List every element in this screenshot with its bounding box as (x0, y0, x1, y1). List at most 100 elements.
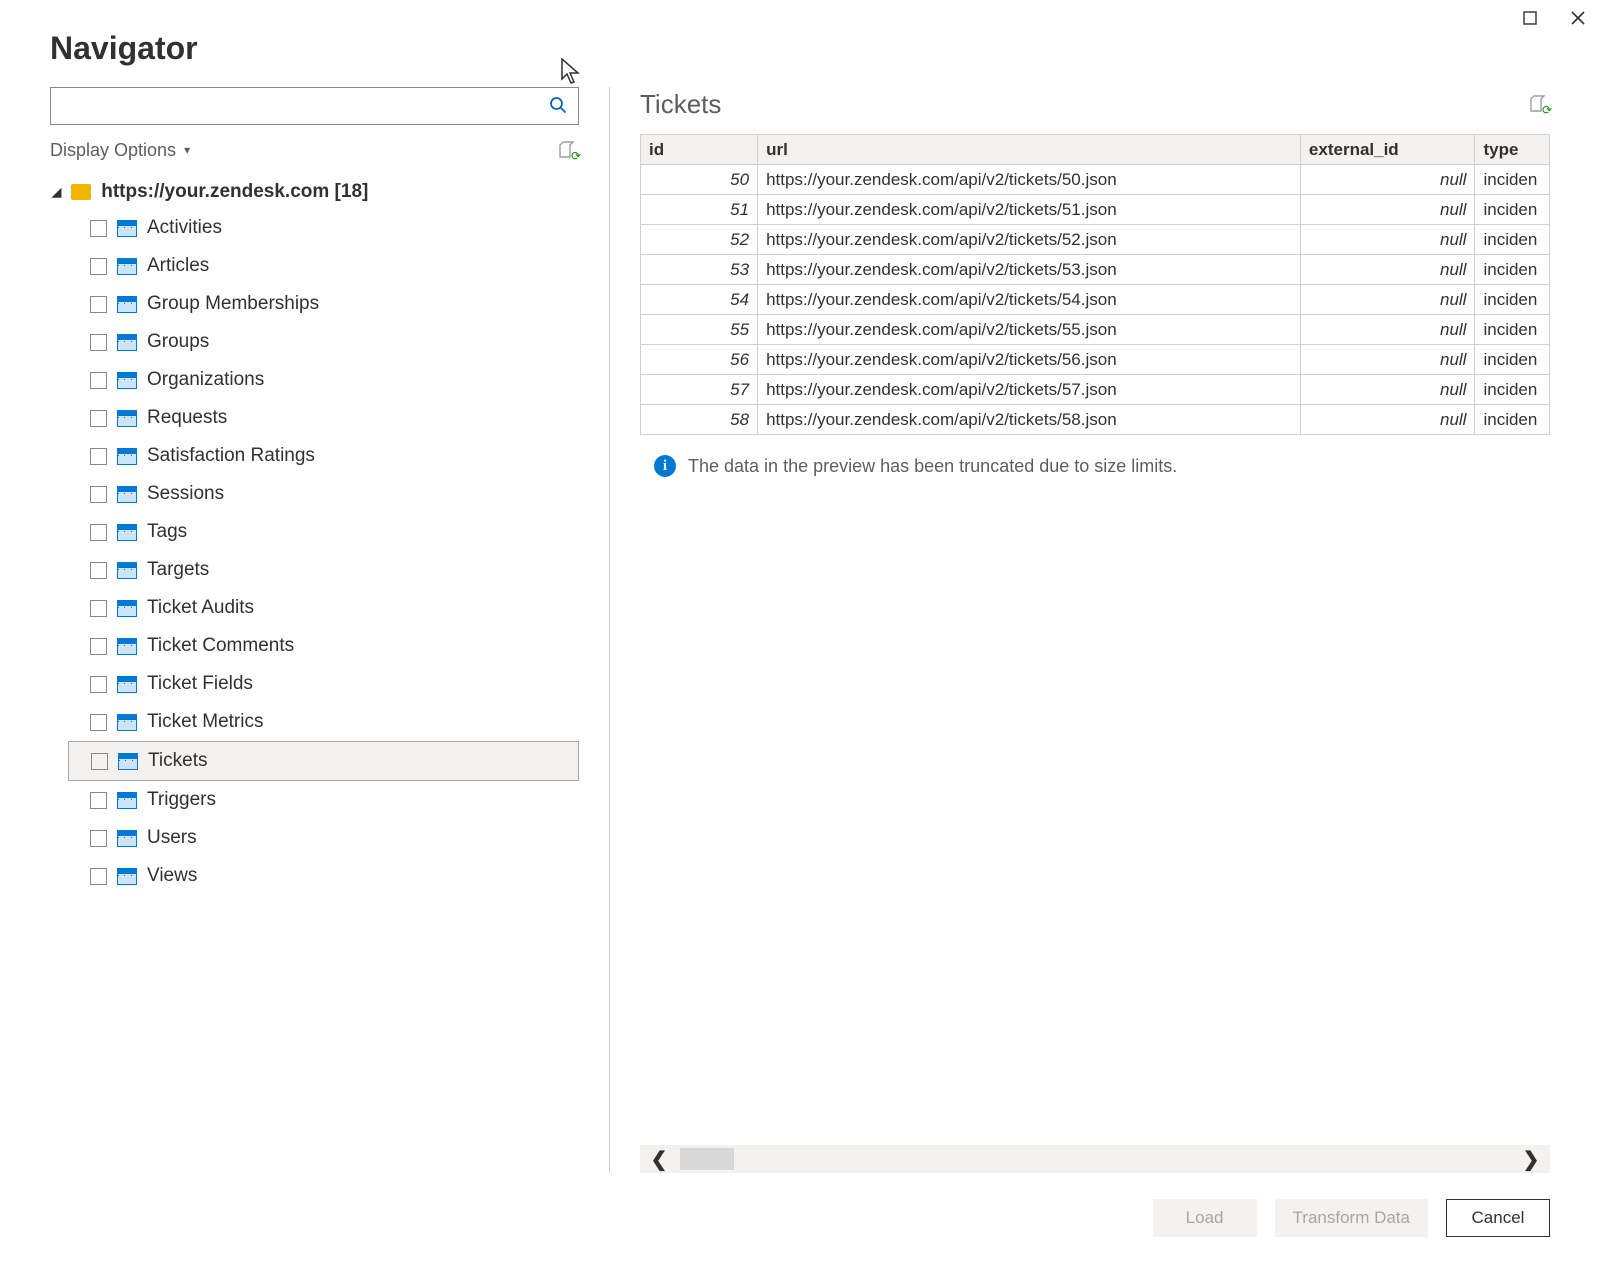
table-row[interactable]: 57https://your.zendesk.com/api/v2/ticket… (641, 375, 1550, 405)
checkbox[interactable] (90, 638, 107, 655)
close-icon[interactable] (1568, 8, 1588, 28)
horizontal-scrollbar[interactable]: ❮ ❯ (640, 1145, 1550, 1173)
cell-url: https://your.zendesk.com/api/v2/tickets/… (758, 195, 1301, 225)
tree-item[interactable]: Organizations (68, 361, 579, 399)
cell-url: https://your.zendesk.com/api/v2/tickets/… (758, 315, 1301, 345)
tree-item[interactable]: Tickets (68, 741, 579, 781)
tree-item[interactable]: Ticket Audits (68, 589, 579, 627)
checkbox[interactable] (90, 676, 107, 693)
checkbox[interactable] (90, 600, 107, 617)
preview-refresh-icon[interactable]: ⟳ (1528, 93, 1550, 115)
table-row[interactable]: 56https://your.zendesk.com/api/v2/ticket… (641, 345, 1550, 375)
checkbox[interactable] (90, 562, 107, 579)
column-header[interactable]: type (1475, 135, 1550, 165)
preview-panel: Tickets ⟳ idurlexternal_idtype 50https:/… (640, 87, 1550, 1173)
search-input[interactable] (61, 96, 548, 116)
tree-item-label: Group Memberships (147, 293, 319, 315)
caret-down-icon: ◢ (52, 185, 61, 199)
scroll-left-icon[interactable]: ❮ (646, 1147, 672, 1172)
checkbox[interactable] (90, 296, 107, 313)
cancel-button[interactable]: Cancel (1446, 1199, 1550, 1237)
search-input-wrap[interactable] (50, 87, 579, 125)
tree-root[interactable]: ◢ https://your.zendesk.com [18] (50, 175, 579, 209)
tree-item[interactable]: Tags (68, 513, 579, 551)
tree-item[interactable]: Activities (68, 209, 579, 247)
table-row[interactable]: 58https://your.zendesk.com/api/v2/ticket… (641, 405, 1550, 435)
cell-id: 55 (641, 315, 758, 345)
checkbox[interactable] (90, 714, 107, 731)
tree-item[interactable]: Ticket Metrics (68, 703, 579, 741)
table-icon (117, 448, 137, 465)
checkbox[interactable] (90, 524, 107, 541)
table-icon (117, 524, 137, 541)
cell-id: 57 (641, 375, 758, 405)
tree-item[interactable]: Ticket Fields (68, 665, 579, 703)
cell-id: 51 (641, 195, 758, 225)
table-icon (117, 562, 137, 579)
table-row[interactable]: 54https://your.zendesk.com/api/v2/ticket… (641, 285, 1550, 315)
column-header[interactable]: external_id (1300, 135, 1475, 165)
table-row[interactable]: 50https://your.zendesk.com/api/v2/ticket… (641, 165, 1550, 195)
tree-item-label: Satisfaction Ratings (147, 445, 315, 467)
maximize-icon[interactable] (1520, 8, 1540, 28)
checkbox[interactable] (90, 448, 107, 465)
tree-item-label: Targets (147, 559, 209, 581)
tree-item-label: Sessions (147, 483, 224, 505)
cell-external-id: null (1300, 375, 1475, 405)
checkbox[interactable] (90, 868, 107, 885)
preview-heading: Tickets (640, 89, 721, 120)
tree-item[interactable]: Targets (68, 551, 579, 589)
checkbox[interactable] (91, 753, 108, 770)
refresh-icon[interactable]: ⟳ (557, 139, 579, 161)
tree-item[interactable]: Satisfaction Ratings (68, 437, 579, 475)
cell-type: inciden (1475, 225, 1550, 255)
checkbox[interactable] (90, 486, 107, 503)
tree-item[interactable]: Requests (68, 399, 579, 437)
cell-external-id: null (1300, 195, 1475, 225)
transform-data-button[interactable]: Transform Data (1275, 1199, 1428, 1237)
table-icon (117, 296, 137, 313)
table-row[interactable]: 51https://your.zendesk.com/api/v2/ticket… (641, 195, 1550, 225)
cell-id: 56 (641, 345, 758, 375)
cell-external-id: null (1300, 345, 1475, 375)
cell-url: https://your.zendesk.com/api/v2/tickets/… (758, 255, 1301, 285)
tree-item-label: Activities (147, 217, 222, 239)
tree-item[interactable]: Ticket Comments (68, 627, 579, 665)
tree-item[interactable]: Users (68, 819, 579, 857)
tree-item[interactable]: Sessions (68, 475, 579, 513)
scroll-right-icon[interactable]: ❯ (1518, 1147, 1544, 1172)
tree-item[interactable]: Groups (68, 323, 579, 361)
search-icon[interactable] (548, 95, 568, 118)
tree-item[interactable]: Views (68, 857, 579, 895)
checkbox[interactable] (90, 410, 107, 427)
load-button[interactable]: Load (1153, 1199, 1257, 1237)
tree-item[interactable]: Triggers (68, 781, 579, 819)
table-row[interactable]: 55https://your.zendesk.com/api/v2/ticket… (641, 315, 1550, 345)
tree-item-label: Users (147, 827, 197, 849)
info-icon: i (654, 455, 676, 477)
checkbox[interactable] (90, 372, 107, 389)
table-row[interactable]: 52https://your.zendesk.com/api/v2/ticket… (641, 225, 1550, 255)
checkbox[interactable] (90, 220, 107, 237)
checkbox[interactable] (90, 830, 107, 847)
folder-icon (71, 184, 91, 200)
column-header[interactable]: id (641, 135, 758, 165)
cell-type: inciden (1475, 165, 1550, 195)
display-options-label: Display Options (50, 140, 176, 161)
checkbox[interactable] (90, 792, 107, 809)
checkbox[interactable] (90, 258, 107, 275)
tree-item[interactable]: Articles (68, 247, 579, 285)
table-icon (117, 638, 137, 655)
tree-item-label: Ticket Metrics (147, 711, 263, 733)
cell-id: 53 (641, 255, 758, 285)
table-row[interactable]: 53https://your.zendesk.com/api/v2/ticket… (641, 255, 1550, 285)
checkbox[interactable] (90, 334, 107, 351)
tree-item[interactable]: Group Memberships (68, 285, 579, 323)
cell-type: inciden (1475, 285, 1550, 315)
tree-item-label: Articles (147, 255, 209, 277)
scroll-thumb[interactable] (680, 1148, 734, 1170)
tree-item-label: Tags (147, 521, 187, 543)
display-options-button[interactable]: Display Options ▾ (50, 140, 190, 161)
column-header[interactable]: url (758, 135, 1301, 165)
cell-external-id: null (1300, 225, 1475, 255)
